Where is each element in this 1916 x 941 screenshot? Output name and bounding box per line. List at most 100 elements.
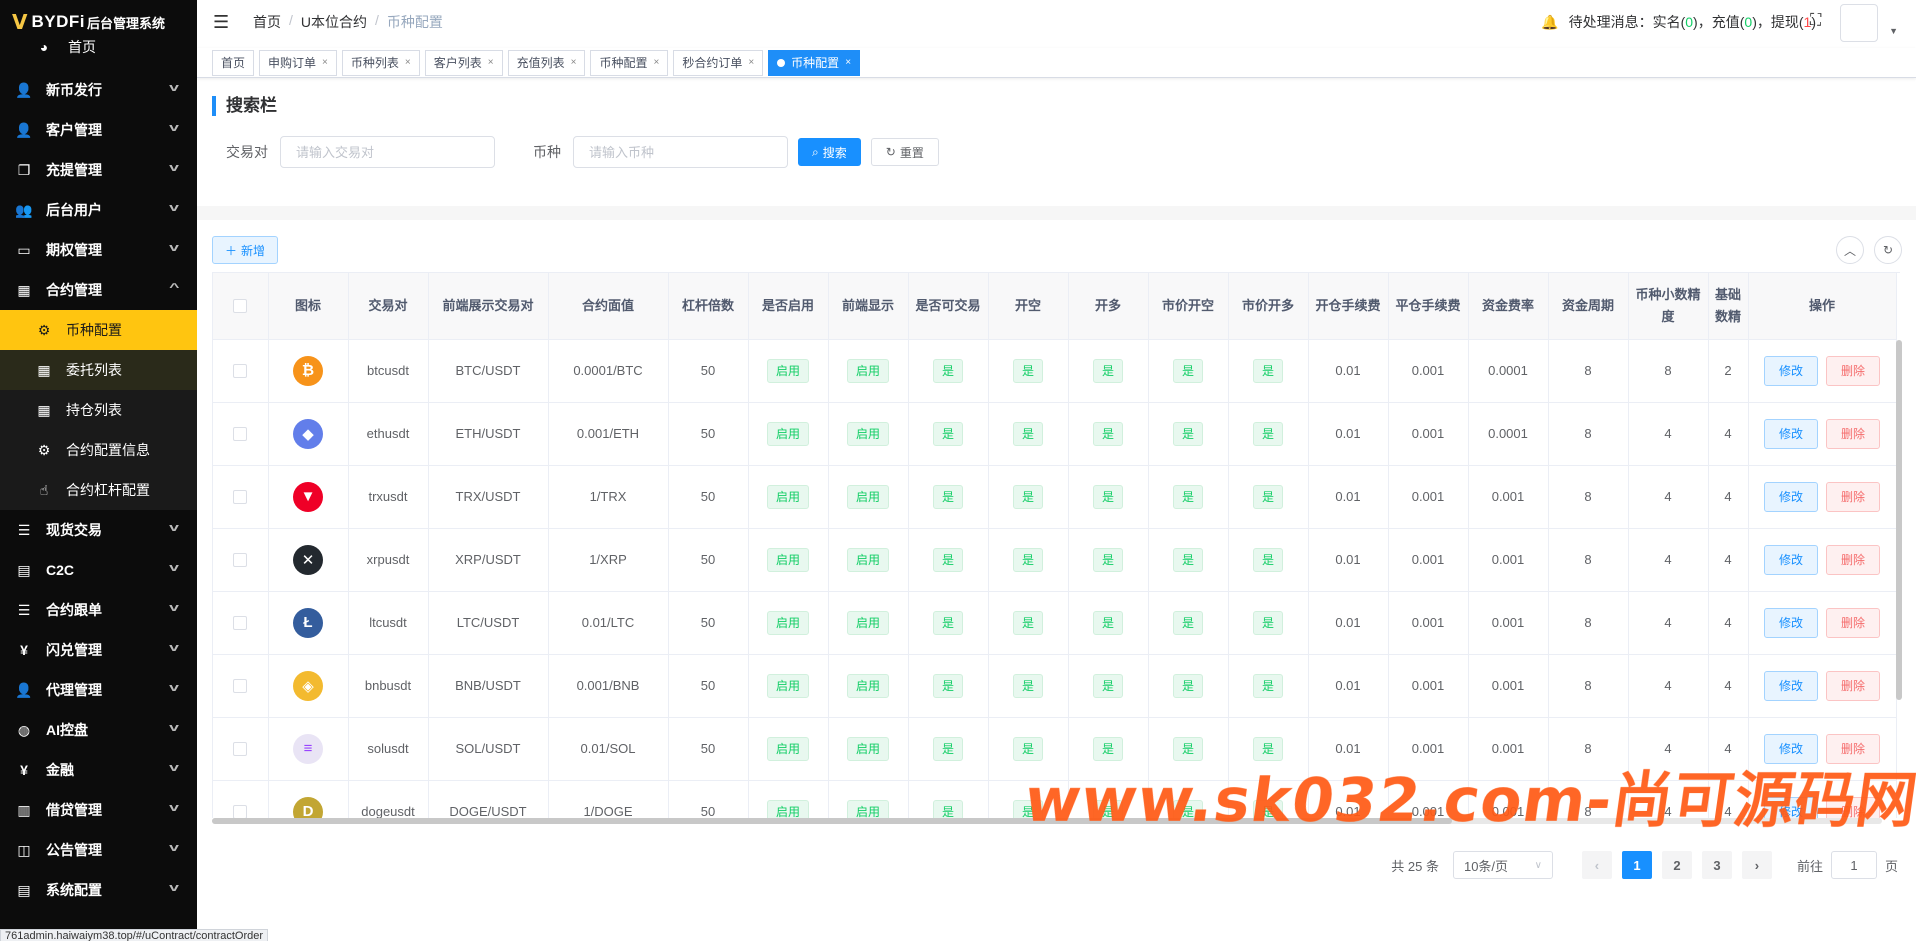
open-short-badge: 是 — [1012, 421, 1043, 446]
sidebar-item-sidebar-submenu-2[interactable]: ▦ 持仓列表 — [0, 390, 197, 430]
add-button[interactable]: ＋新增 — [212, 236, 279, 264]
tag-6[interactable]: 秒合约订单 × — [673, 49, 764, 76]
edit-button[interactable]: 修改 — [1763, 418, 1818, 449]
sidebar-item-sidebar-items_after-2[interactable]: ☰ 合约跟单 v — [0, 590, 197, 630]
tag-1[interactable]: 申购订单 × — [259, 49, 337, 76]
sidebar-item-label: 闪兑管理 — [46, 642, 102, 658]
sidebar-item-sidebar-items_after-1[interactable]: ▤ C2C v — [0, 550, 197, 590]
edit-button[interactable]: 修改 — [1763, 544, 1818, 575]
tag-4[interactable]: 充值列表 × — [507, 49, 586, 76]
tag-0[interactable]: 首页 — [212, 49, 255, 76]
pending-messages: 🔔 待处理消息： 实名(0)， 充值(0)， 提现(1) — [1541, 12, 1816, 32]
close-icon[interactable]: × — [653, 51, 659, 75]
base-precision-cell: 4 — [1708, 465, 1749, 529]
delete-button[interactable]: 删除 — [1826, 670, 1881, 701]
select-all-checkbox[interactable] — [233, 299, 248, 314]
delete-button[interactable]: 删除 — [1826, 544, 1881, 575]
icon-cell: ▼ — [268, 465, 349, 529]
breadcrumb-home[interactable]: 首页 — [253, 12, 281, 32]
breadcrumb-section[interactable]: U本位合约 — [301, 12, 367, 32]
tag-3[interactable]: 客户列表 × — [424, 49, 503, 76]
row-checkbox[interactable] — [233, 805, 248, 818]
sidebar-item-sidebar-items_after-6[interactable]: ¥ 金融 v — [0, 750, 197, 790]
row-checkbox[interactable] — [233, 616, 248, 631]
sidebar-item-sidebar-items_after-4[interactable]: 👤 代理管理 v — [0, 670, 197, 710]
page-button[interactable]: 2 — [1661, 851, 1692, 879]
sidebar-item-sidebar-items_after-0[interactable]: ☰ 现货交易 v — [0, 510, 197, 550]
close-icon[interactable]: × — [322, 51, 328, 75]
sidebar-item-sidebar-items_after-8[interactable]: ◫ 公告管理 v — [0, 830, 197, 870]
delete-button[interactable]: 删除 — [1826, 355, 1881, 386]
hamburger-icon[interactable]: ☰ — [213, 12, 235, 33]
sidebar-item-sidebar-submenu-1[interactable]: ▦ 委托列表 — [0, 350, 197, 390]
search-button[interactable]: ⌕ 搜索 — [798, 138, 861, 166]
sidebar-item-sidebar-items-1[interactable]: 👤 客户管理 v — [0, 110, 197, 150]
open-long-badge: 是 — [1092, 358, 1123, 383]
page-button[interactable]: 1 — [1621, 851, 1652, 879]
leverage-cell: 50 — [668, 654, 749, 718]
tag-7[interactable]: 币种配置 × — [768, 49, 861, 76]
sidebar-item-sidebar-items-5[interactable]: ▦ 合约管理 ^ — [0, 270, 197, 310]
sidebar-item-sidebar-items-3[interactable]: 👥 后台用户 v — [0, 190, 197, 230]
row-checkbox[interactable] — [233, 679, 248, 694]
notify-recharge[interactable]: 充值(0)， — [1712, 12, 1771, 32]
notify-label: 待处理消息： — [1568, 14, 1653, 30]
delete-button[interactable]: 删除 — [1826, 418, 1881, 449]
pair-input[interactable] — [280, 136, 495, 168]
sidebar-item-sidebar-items_after-5[interactable]: ◍ AI控盘 v — [0, 710, 197, 750]
sidebar-item-sidebar-submenu-3[interactable]: ⚙ 合约配置信息 — [0, 430, 197, 470]
notify-realname[interactable]: 实名(0)， — [1653, 12, 1712, 32]
close-icon[interactable]: × — [748, 51, 754, 75]
sidebar-item-sidebar-items_after-7[interactable]: ▥ 借贷管理 v — [0, 790, 197, 830]
tag-5[interactable]: 币种配置 × — [590, 49, 669, 76]
row-checkbox[interactable] — [233, 742, 248, 757]
vertical-scrollbar[interactable] — [1896, 340, 1902, 700]
open-long-badge: 是 — [1092, 484, 1123, 509]
edit-button[interactable]: 修改 — [1763, 355, 1818, 386]
delete-button[interactable]: 删除 — [1826, 607, 1881, 638]
row-checkbox[interactable] — [233, 364, 248, 379]
sidebar-item-sidebar-items_after-9[interactable]: ▤ 系统配置 v — [0, 870, 197, 910]
page-button[interactable]: 3 — [1701, 851, 1732, 879]
sidebar-item-sidebar-submenu-0[interactable]: ⚙ 币种配置 — [0, 310, 197, 350]
avatar[interactable] — [1840, 4, 1878, 42]
row-checkbox[interactable] — [233, 427, 248, 442]
sidebar-item-sidebar-items-2[interactable]: ❐ 充提管理 v — [0, 150, 197, 190]
delete-button[interactable]: 删除 — [1826, 481, 1881, 512]
goto-page-input[interactable] — [1830, 851, 1877, 879]
next-page-button[interactable]: › — [1741, 851, 1772, 879]
sidebar-item-sidebar-items-4[interactable]: ▭ 期权管理 v — [0, 230, 197, 270]
xrp-coin-icon: ✕ — [293, 544, 323, 575]
coin-input[interactable] — [573, 136, 788, 168]
prev-page-button[interactable]: ‹ — [1581, 851, 1612, 879]
edit-button[interactable]: 修改 — [1763, 481, 1818, 512]
sidebar-item-home[interactable]: ◕ 首页 — [0, 38, 197, 56]
enabled-badge: 启用 — [766, 610, 809, 635]
table-container[interactable]: 图标 交易对 前端展示交易对 合约面值 杠杆倍数 是否启用 前端显示 是否可交易 开空 开多 市价开… — [212, 272, 1900, 818]
base-precision-cell: 4 — [1708, 591, 1749, 655]
fullscreen-icon[interactable]: ⛶ — [1810, 12, 1830, 30]
column-header: 交易对 — [348, 273, 429, 340]
reset-button[interactable]: ↻ 重置 — [870, 138, 939, 166]
sidebar-item-sidebar-submenu-4[interactable]: ☝ 合约杠杆配置 — [0, 470, 197, 510]
toggle-search-button[interactable]: ︿ — [1836, 236, 1864, 264]
row-checkbox[interactable] — [233, 553, 248, 568]
page-size-select[interactable]: 10条/页 ∨ — [1452, 851, 1553, 879]
edit-button[interactable]: 修改 — [1763, 607, 1818, 638]
row-checkbox[interactable] — [233, 490, 248, 505]
open-short-badge: 是 — [1012, 610, 1043, 635]
tag-2[interactable]: 币种列表 × — [341, 49, 420, 76]
close-icon[interactable]: × — [571, 51, 577, 75]
pair-cell: bnbusdt — [348, 654, 429, 718]
close-icon[interactable]: × — [488, 51, 494, 75]
caret-down-icon[interactable]: ▼ — [1889, 26, 1898, 36]
sidebar-item-sidebar-items-0[interactable]: 👤 新币发行 v — [0, 70, 197, 110]
close-icon[interactable]: × — [845, 51, 851, 75]
user-icon: 👤 — [15, 81, 33, 98]
refresh-table-button[interactable]: ↻ — [1874, 236, 1902, 264]
close-icon[interactable]: × — [405, 51, 411, 75]
bell-icon[interactable]: 🔔 — [1541, 14, 1558, 31]
edit-button[interactable]: 修改 — [1763, 670, 1818, 701]
book-icon: ▥ — [17, 801, 31, 818]
sidebar-item-sidebar-items_after-3[interactable]: ¥ 闪兑管理 v — [0, 630, 197, 670]
